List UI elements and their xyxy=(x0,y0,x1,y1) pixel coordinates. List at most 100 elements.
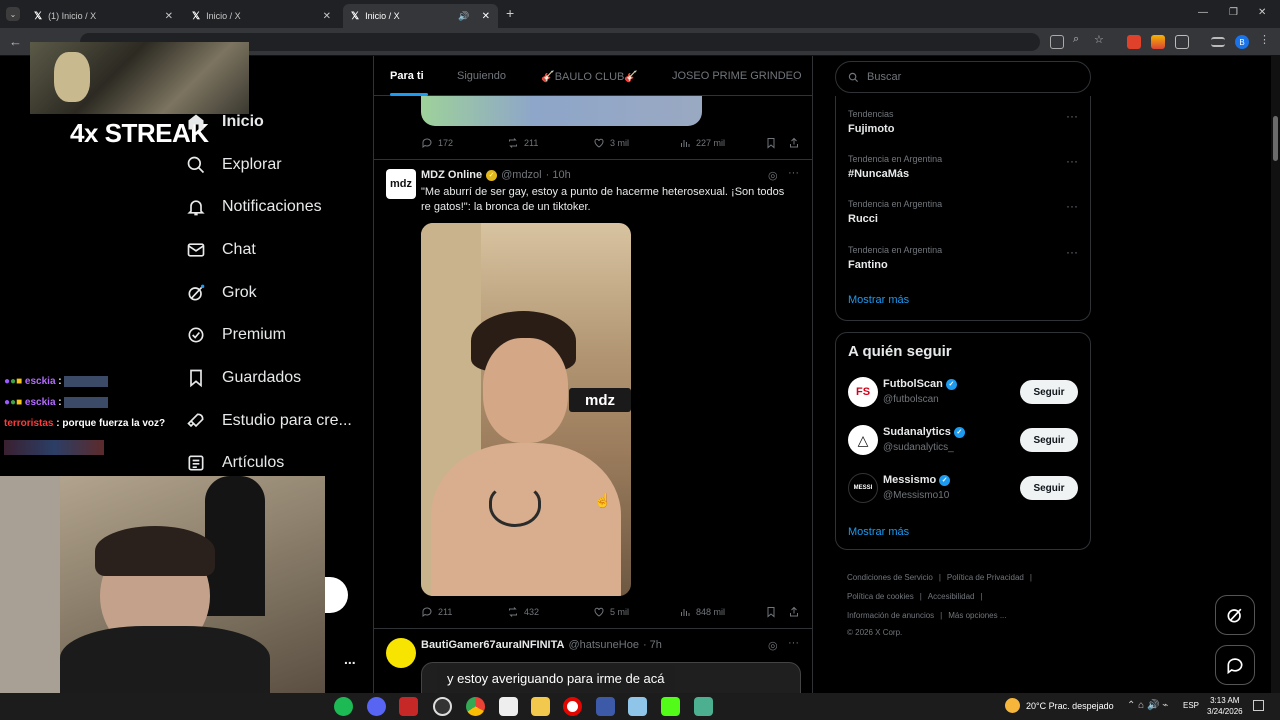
author-handle[interactable]: @mdzol xyxy=(501,169,542,181)
nav-estudio[interactable]: Estudio para cre... xyxy=(186,406,352,436)
nav-premium[interactable]: Premium xyxy=(186,320,286,350)
follow-button[interactable]: Seguir xyxy=(1020,380,1078,404)
nav-notificaciones[interactable]: Notificaciones xyxy=(186,192,322,222)
footer-link[interactable]: Política de cookies xyxy=(847,592,914,601)
trend-item[interactable]: Tendencia en Argentina #NuncaMás xyxy=(848,154,942,180)
zoom-icon[interactable]: ⌕ xyxy=(1073,33,1087,47)
chrome-icon[interactable] xyxy=(466,697,485,716)
menu-icon[interactable]: ⋮ xyxy=(1259,33,1273,47)
footer-link[interactable]: Accesibilidad xyxy=(928,592,975,601)
trend-item[interactable]: Tendencia en Argentina Rucci xyxy=(848,199,942,225)
author-name[interactable]: BautiGamer67auraINFINITA xyxy=(421,639,564,651)
footer-link[interactable]: Más opciones ... xyxy=(948,611,1006,620)
views-button[interactable]: 227 mil xyxy=(679,137,725,149)
trend-item[interactable]: Tendencia en Argentina Fantino xyxy=(848,245,942,271)
trend-more-icon[interactable]: ··· xyxy=(1066,154,1078,168)
trend-item[interactable]: Tendencias Fujimoto xyxy=(848,109,894,135)
spotify-icon[interactable] xyxy=(334,697,353,716)
share-icon[interactable] xyxy=(788,606,800,618)
extension-icon[interactable] xyxy=(1127,35,1141,49)
close-tab-icon[interactable]: ✕ xyxy=(482,11,490,22)
post-more-icon[interactable]: ··· xyxy=(788,637,799,649)
back-icon[interactable]: ← xyxy=(9,34,22,49)
nav-guardados[interactable]: Guardados xyxy=(186,363,301,393)
profile-avatar[interactable]: B xyxy=(1235,35,1249,49)
cast-icon[interactable] xyxy=(1050,35,1064,49)
maximize-button[interactable]: ❐ xyxy=(1229,7,1238,18)
footer-link[interactable]: Política de Privacidad xyxy=(947,573,1024,582)
footer-link[interactable]: Información de anuncios xyxy=(847,611,934,620)
nav-inicio[interactable]: Inicio xyxy=(186,107,264,137)
grok-post-icon[interactable]: ◎ xyxy=(768,169,778,182)
discord-icon[interactable] xyxy=(367,697,386,716)
app-icon[interactable] xyxy=(596,697,615,716)
like-button[interactable]: 3 mil xyxy=(593,137,629,149)
app-icon[interactable] xyxy=(628,697,647,716)
weather-moon-icon[interactable] xyxy=(1005,698,1020,713)
more-icon[interactable]: ... xyxy=(344,651,356,667)
post-more-icon[interactable]: ··· xyxy=(788,167,799,179)
like-button[interactable]: 5 mil xyxy=(593,606,629,618)
prev-post-media[interactable] xyxy=(421,96,702,126)
trend-more-icon[interactable]: ··· xyxy=(1066,199,1078,213)
trends-show-more[interactable]: Mostrar más xyxy=(848,294,909,306)
trend-more-icon[interactable]: ··· xyxy=(1066,245,1078,259)
clock[interactable]: 3:13 AM 3/24/2026 xyxy=(1207,696,1243,716)
tab-para-ti[interactable]: Para ti xyxy=(390,70,424,82)
bookmark-icon[interactable] xyxy=(765,137,777,149)
weather-text[interactable]: 20°C Prac. despejado xyxy=(1026,701,1114,711)
extension-icon[interactable] xyxy=(1151,35,1165,49)
post-time[interactable]: · 7h xyxy=(643,639,662,651)
minimize-button[interactable]: — xyxy=(1198,7,1208,18)
browser-tab-3-active[interactable]: 𝕏 Inicio / X 🔊 ✕ xyxy=(343,4,498,28)
bookmark-star-icon[interactable]: ☆ xyxy=(1094,33,1108,47)
nav-grok[interactable]: Grok xyxy=(186,278,257,308)
author-avatar[interactable]: mdz xyxy=(386,169,416,199)
scrollbar-thumb[interactable] xyxy=(1273,116,1278,161)
author-name[interactable]: MDZ Online xyxy=(421,169,482,181)
account-name[interactable]: FutbolScan ✓ xyxy=(883,378,957,390)
repost-button[interactable]: 211 xyxy=(507,137,538,149)
follow-show-more[interactable]: Mostrar más xyxy=(848,526,909,538)
browser-tab-1[interactable]: 𝕏 (1) Inicio / X ✕ xyxy=(26,4,181,28)
post-button[interactable] xyxy=(324,577,348,613)
reply-button[interactable]: 172 xyxy=(421,137,453,149)
reply-button[interactable]: 211 xyxy=(421,606,452,618)
tab-search-button[interactable]: ⌄ xyxy=(6,7,20,21)
nav-explorar[interactable]: Explorar xyxy=(186,150,282,180)
app-icon[interactable] xyxy=(499,697,518,716)
audio-playing-icon[interactable]: 🔊 xyxy=(458,11,469,22)
footer-link[interactable]: Condiciones de Servicio xyxy=(847,573,933,582)
nav-chat[interactable]: Chat xyxy=(186,235,256,265)
repost-button[interactable]: 432 xyxy=(507,606,539,618)
trend-more-icon[interactable]: ··· xyxy=(1066,109,1078,123)
browser-tab-2[interactable]: 𝕏 Inicio / X ✕ xyxy=(184,4,339,28)
close-tab-icon[interactable]: ✕ xyxy=(165,11,173,22)
nav-articulos[interactable]: Artículos xyxy=(186,448,284,478)
author-avatar[interactable] xyxy=(386,638,416,668)
views-button[interactable]: 848 mil xyxy=(679,606,725,618)
share-icon[interactable] xyxy=(788,137,800,149)
extensions-puzzle-icon[interactable] xyxy=(1175,35,1189,49)
post-time[interactable]: · 10h xyxy=(546,169,571,181)
post-media-video[interactable]: mdz xyxy=(421,223,631,596)
messages-floating-button[interactable] xyxy=(1215,645,1255,685)
obs-icon[interactable] xyxy=(433,697,452,716)
new-tab-button[interactable]: + xyxy=(506,5,514,21)
file-explorer-icon[interactable] xyxy=(531,697,550,716)
grok-floating-button[interactable] xyxy=(1215,595,1255,635)
close-window-button[interactable]: ✕ xyxy=(1258,7,1266,18)
tab-baulo-club[interactable]: 🎸BAULO CLUB🎸 xyxy=(541,70,638,83)
grok-post-icon[interactable]: ◎ xyxy=(768,639,778,652)
page-scrollbar[interactable] xyxy=(1271,56,1280,693)
account-name[interactable]: Sudanalytics ✓ xyxy=(883,426,965,438)
kick-icon[interactable] xyxy=(661,697,680,716)
sudanalytics-avatar[interactable]: △ xyxy=(848,425,878,455)
futbolscan-avatar[interactable]: FS xyxy=(848,377,878,407)
search-box[interactable]: Buscar xyxy=(835,61,1091,93)
follow-button[interactable]: Seguir xyxy=(1020,428,1078,452)
tab-joseo[interactable]: JOSEO PRIME GRINDEO xyxy=(672,70,802,82)
messismo-avatar[interactable]: MESSI xyxy=(848,473,878,503)
app-icon[interactable] xyxy=(694,697,713,716)
app-icon[interactable] xyxy=(399,697,418,716)
